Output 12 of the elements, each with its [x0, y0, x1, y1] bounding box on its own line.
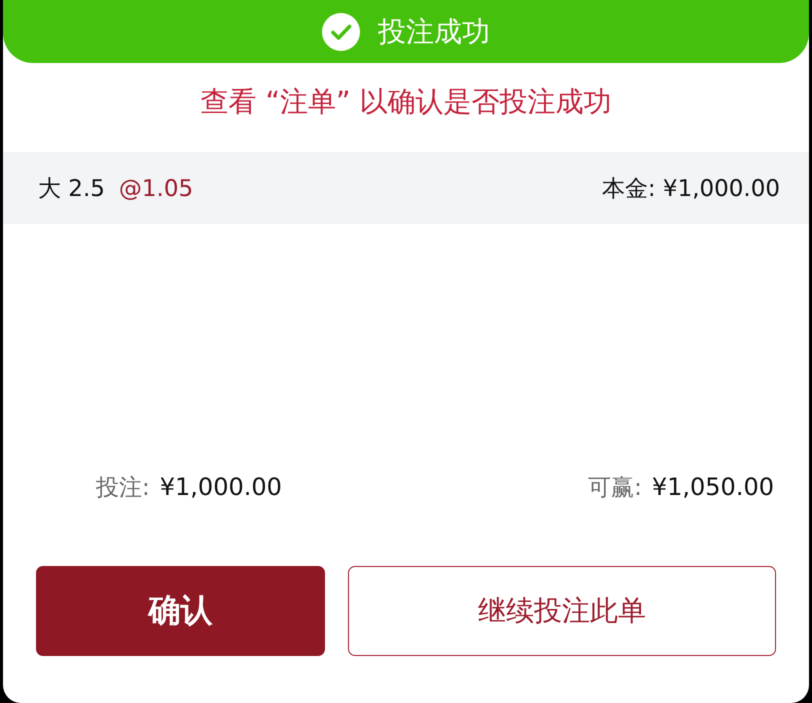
- selection-pick: 大 2.5: [38, 174, 105, 204]
- principal-amount: 本金: ¥1,000.00: [602, 174, 780, 204]
- total-label: 可赢:: [588, 474, 642, 502]
- total-value: ¥1,050.00: [652, 472, 774, 500]
- toast-title: 投注成功: [378, 14, 490, 48]
- total-value: ¥1,000.00: [160, 472, 282, 500]
- check-circle-icon: [322, 12, 360, 50]
- confirm-button[interactable]: 确认: [36, 566, 325, 656]
- total-label: 投注:: [96, 474, 150, 502]
- notice-text: 查看 “注单” 以确认是否投注成功: [200, 84, 612, 118]
- selection-odds: @1.05: [118, 176, 194, 202]
- continue-bet-button[interactable]: 继续投注此单: [348, 566, 776, 656]
